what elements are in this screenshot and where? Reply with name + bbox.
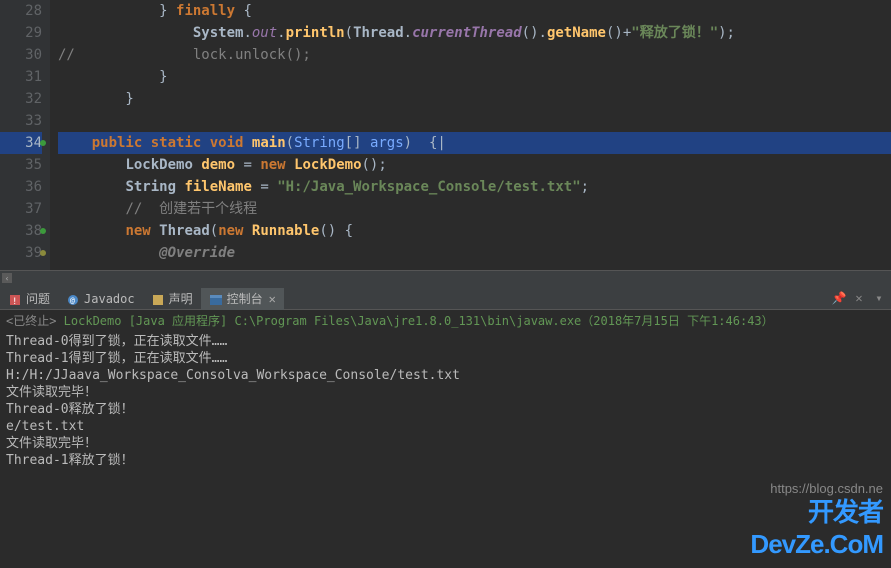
console-line: Thread-1得到了锁，正在读取文件…… — [6, 350, 885, 367]
console-line: 文件读取完毕！ — [6, 435, 885, 452]
gutter-marker-icon — [40, 250, 46, 256]
code-line[interactable]: new Thread(new Runnable() { — [58, 220, 891, 242]
line-number: 31 — [0, 66, 42, 88]
console-line: H:/H:/JJaava_Workspace_Consolva_Workspac… — [6, 367, 885, 384]
tab-declaration-label: 声明 — [169, 288, 193, 310]
views-tabbar: ! 问题 @ Javadoc 声明 控制台 ✕ 📌 ✕ ▾ — [0, 288, 891, 310]
code-line[interactable] — [58, 110, 891, 132]
tab-close-icon[interactable]: ✕ — [269, 288, 276, 310]
run-status: <已终止> — [6, 314, 56, 328]
code-line[interactable]: System.out.println(Thread.currentThread(… — [58, 22, 891, 44]
close-view-button[interactable]: ✕ — [851, 290, 867, 306]
line-number: 28 — [0, 0, 42, 22]
line-number: 35 — [0, 154, 42, 176]
line-number: 33 — [0, 110, 42, 132]
line-number: 39 — [0, 242, 42, 264]
line-number: 36 — [0, 176, 42, 198]
line-number: 38 — [0, 220, 42, 242]
code-editor[interactable]: 282930313233343536373839 } finally { Sys… — [0, 0, 891, 270]
declaration-icon — [151, 292, 165, 306]
gutter-marker-icon — [40, 140, 46, 146]
code-line[interactable]: // lock.unlock(); — [58, 44, 891, 66]
console-run-header: <已终止> LockDemo [Java 应用程序] C:\Program Fi… — [0, 310, 891, 331]
console-line: 文件读取完毕！ — [6, 384, 885, 401]
line-number: 34 — [0, 132, 42, 154]
code-line[interactable]: LockDemo demo = new LockDemo(); — [58, 154, 891, 176]
code-line[interactable]: // 创建若干个线程 — [58, 198, 891, 220]
pin-button[interactable]: 📌 — [831, 290, 847, 306]
line-number: 30 — [0, 44, 42, 66]
scroll-left-icon[interactable]: ‹ — [2, 273, 12, 283]
code-line[interactable]: public static void main(String[] args) {… — [58, 132, 891, 154]
code-line[interactable]: } finally { — [58, 0, 891, 22]
svg-text:@: @ — [70, 296, 75, 305]
svg-text:!: ! — [12, 297, 17, 307]
tab-declaration[interactable]: 声明 — [143, 288, 201, 310]
javadoc-icon: @ — [66, 292, 80, 306]
line-number: 32 — [0, 88, 42, 110]
tabbar-toolbar: 📌 ✕ ▾ — [831, 290, 887, 306]
console-line: Thread-0得到了锁，正在读取文件…… — [6, 333, 885, 350]
tab-problems-label: 问题 — [26, 288, 50, 310]
console-line: Thread-0释放了锁！ — [6, 401, 885, 418]
watermark: https://blog.csdn.ne 开发者DevZe.CoM — [750, 481, 883, 560]
horizontal-scrollbar[interactable]: ‹ — [0, 270, 891, 284]
code-content[interactable]: } finally { System.out.println(Thread.cu… — [50, 0, 891, 270]
console-icon — [209, 292, 223, 306]
run-command: LockDemo [Java 应用程序] C:\Program Files\Ja… — [56, 314, 773, 328]
console-line: e/test.txt — [6, 418, 885, 435]
console-output[interactable]: Thread-0得到了锁，正在读取文件……Thread-1得到了锁，正在读取文件… — [0, 331, 891, 471]
line-number: 29 — [0, 22, 42, 44]
problems-icon: ! — [8, 292, 22, 306]
code-line[interactable]: String fileName = "H:/Java_Workspace_Con… — [58, 176, 891, 198]
gutter-marker-icon — [40, 228, 46, 234]
code-line[interactable]: } — [58, 66, 891, 88]
code-line[interactable]: } — [58, 88, 891, 110]
console-line: Thread-1释放了锁！ — [6, 452, 885, 469]
tab-console[interactable]: 控制台 ✕ — [201, 288, 284, 310]
tab-console-label: 控制台 — [227, 288, 263, 310]
tab-problems[interactable]: ! 问题 — [0, 288, 58, 310]
line-number: 37 — [0, 198, 42, 220]
watermark-logo: 开发者DevZe.CoM — [750, 492, 883, 560]
tab-javadoc[interactable]: @ Javadoc — [58, 288, 143, 310]
bottom-panel: ! 问题 @ Javadoc 声明 控制台 ✕ 📌 ✕ ▾ — [0, 288, 891, 471]
tab-javadoc-label: Javadoc — [84, 288, 135, 310]
line-gutter: 282930313233343536373839 — [0, 0, 50, 270]
view-menu-button[interactable]: ▾ — [871, 290, 887, 306]
code-line[interactable]: @Override — [58, 242, 891, 264]
